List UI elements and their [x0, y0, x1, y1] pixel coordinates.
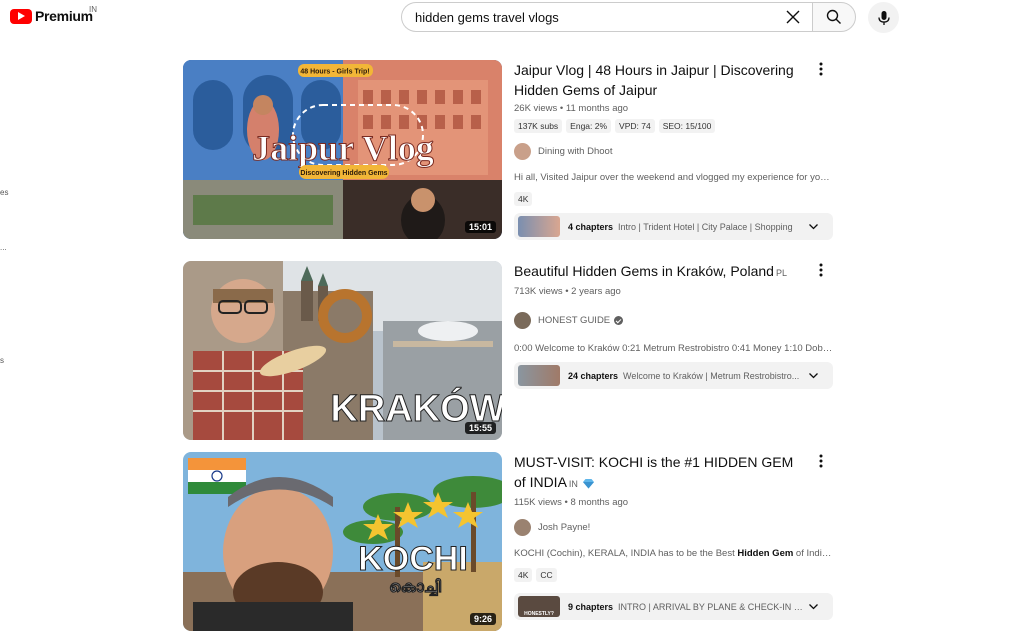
- chapter-thumbnail: [518, 365, 560, 386]
- video-title[interactable]: Beautiful Hidden Gems in Kraków, Poland P…: [514, 261, 804, 283]
- video-description: KOCHI (Cochin), KERALA, INDIA has to be …: [514, 548, 834, 559]
- gem-icon: [582, 478, 594, 489]
- thumbnail-main-text: Jaipur Vlog: [252, 128, 434, 168]
- sidebar-fragment[interactable]: ...: [0, 243, 7, 252]
- search-button[interactable]: [812, 2, 856, 32]
- top-bar: Premium IN hidden gems travel vlogs: [0, 0, 1024, 36]
- badge-4k: 4K: [514, 568, 533, 582]
- more-vert-icon[interactable]: [819, 454, 823, 468]
- more-vert-icon[interactable]: [819, 263, 823, 277]
- channel-link[interactable]: Josh Payne!: [514, 519, 834, 536]
- channel-name[interactable]: Dining with Dhoot: [538, 146, 612, 157]
- tag-seo: SEO: 15/100: [658, 119, 716, 133]
- chapters-count: 4 chapters: [568, 221, 614, 232]
- logo-text: Premium: [35, 8, 93, 24]
- video-thumbnail[interactable]: KRAKÓW 15:55: [183, 261, 502, 440]
- thumbnail-sub-text: Discovering Hidden Gems: [300, 170, 387, 177]
- video-result[interactable]: 48 Hours - Girls Trip! Jaipur Vlog Disco…: [183, 60, 843, 245]
- channel-name[interactable]: HONEST GUIDE: [538, 315, 610, 326]
- video-title-text[interactable]: Beautiful Hidden Gems in Kraków, Poland: [514, 263, 774, 279]
- video-result[interactable]: KRAKÓW 15:55 Beautiful Hidden Gems in Kr…: [183, 261, 843, 441]
- channel-link[interactable]: HONEST GUIDE: [514, 312, 834, 329]
- video-meta: 26K views • 11 months ago: [514, 103, 629, 114]
- chevron-down-icon[interactable]: [808, 370, 819, 381]
- search-query[interactable]: hidden gems travel vlogs: [415, 10, 559, 25]
- video-meta: 115K views • 8 months ago: [514, 497, 629, 508]
- video-info: Jaipur Vlog | 48 Hours in Jaipur | Disco…: [514, 60, 834, 240]
- country-code: PL: [775, 268, 787, 278]
- voice-search-button[interactable]: [868, 2, 899, 33]
- microphone-icon: [877, 10, 890, 25]
- search-icon: [826, 9, 841, 24]
- description-highlight: Hidden Gem: [737, 548, 794, 559]
- video-description: Hi all, Visited Jaipur over the weekend …: [514, 172, 834, 183]
- seo-tags: 137K subs Enga: 2% VPD: 74 SEO: 15/100: [514, 119, 834, 133]
- video-duration: 15:01: [464, 221, 496, 233]
- description-text: KOCHI (Cochin), KERALA, INDIA has to be …: [514, 548, 738, 559]
- video-title-text[interactable]: MUST-VISIT: KOCHI is the #1 HIDDEN GEM o…: [514, 454, 793, 490]
- chapters-list: Welcome to Kraków | Metrum Restrobistro.…: [623, 370, 800, 381]
- video-info: Beautiful Hidden Gems in Kraków, Poland P…: [514, 261, 834, 389]
- avatar[interactable]: [514, 143, 531, 160]
- video-description: 0:00 Welcome to Kraków 0:21 Metrum Restr…: [514, 343, 834, 354]
- video-thumbnail[interactable]: KOCHI കൊച്ചി 9:26: [183, 452, 502, 631]
- badge-4k: 4K: [514, 192, 533, 206]
- thumbnail-image: KOCHI കൊച്ചി: [183, 452, 502, 631]
- close-icon[interactable]: [784, 8, 802, 26]
- description-text: of India. The ...: [795, 548, 834, 559]
- region-code: IN: [89, 5, 97, 14]
- video-meta: 713K views • 2 years ago: [514, 286, 621, 297]
- avatar[interactable]: [514, 519, 531, 536]
- chapters-bar[interactable]: 4 chapters Intro | Trident Hotel | City …: [514, 213, 833, 240]
- chevron-down-icon[interactable]: [808, 221, 819, 232]
- verified-icon: [614, 316, 624, 325]
- video-result[interactable]: KOCHI കൊച്ചി 9:26 MUST-VISIT: KOCHI is t…: [183, 452, 843, 632]
- sidebar-fragment[interactable]: es: [0, 188, 8, 197]
- video-thumbnail[interactable]: 48 Hours - Girls Trip! Jaipur Vlog Disco…: [183, 60, 502, 239]
- more-vert-icon[interactable]: [819, 62, 823, 76]
- video-title[interactable]: MUST-VISIT: KOCHI is the #1 HIDDEN GEM o…: [514, 452, 804, 494]
- search-input[interactable]: hidden gems travel vlogs: [401, 2, 812, 32]
- chapter-thumbnail: [518, 216, 560, 237]
- chapters-count: 9 chapters: [568, 601, 614, 612]
- tag-vpd: VPD: 74: [615, 119, 655, 133]
- chapters-bar[interactable]: 24 chapters Welcome to Kraków | Metrum R…: [514, 362, 833, 389]
- chapters-list: Intro | Trident Hotel | City Palace | Sh…: [618, 221, 793, 232]
- thumbnail-image: KRAKÓW: [183, 261, 502, 440]
- thumbnail-main-text: KOCHI: [358, 540, 468, 578]
- tag-engagement: Enga: 2%: [566, 119, 612, 133]
- youtube-play-icon: [10, 8, 32, 24]
- sidebar-fragment[interactable]: s: [0, 356, 4, 365]
- video-title[interactable]: Jaipur Vlog | 48 Hours in Jaipur | Disco…: [514, 60, 804, 100]
- chapters-list: INTRO | ARRIVAL BY PLANE & CHECK-IN |...: [618, 601, 804, 612]
- chapters-count: 24 chapters: [568, 370, 619, 381]
- chapter-thumbnail: HONESTLY?: [518, 596, 560, 617]
- badge-cc: CC: [536, 568, 557, 582]
- thumbnail-sub-text: കൊച്ചി: [389, 577, 441, 596]
- avatar[interactable]: [514, 312, 531, 329]
- channel-link[interactable]: Dining with Dhoot: [514, 143, 834, 160]
- tag-subs: 137K subs: [514, 119, 563, 133]
- thumbnail-top-text: 48 Hours - Girls Trip!: [300, 69, 369, 76]
- quality-badges: 4K: [514, 192, 834, 206]
- chevron-down-icon[interactable]: [808, 601, 819, 612]
- channel-name[interactable]: Josh Payne!: [538, 522, 590, 533]
- youtube-premium-logo[interactable]: Premium: [10, 8, 93, 24]
- chapters-bar[interactable]: HONESTLY? 9 chapters INTRO | ARRIVAL BY …: [514, 593, 833, 620]
- quality-badges: 4K CC: [514, 568, 834, 582]
- video-duration: 15:55: [464, 422, 496, 434]
- video-duration: 9:26: [469, 613, 496, 625]
- video-info: MUST-VISIT: KOCHI is the #1 HIDDEN GEM o…: [514, 452, 834, 620]
- thumbnail-image: 48 Hours - Girls Trip! Jaipur Vlog Disco…: [183, 60, 502, 239]
- country-code: IN: [568, 479, 578, 489]
